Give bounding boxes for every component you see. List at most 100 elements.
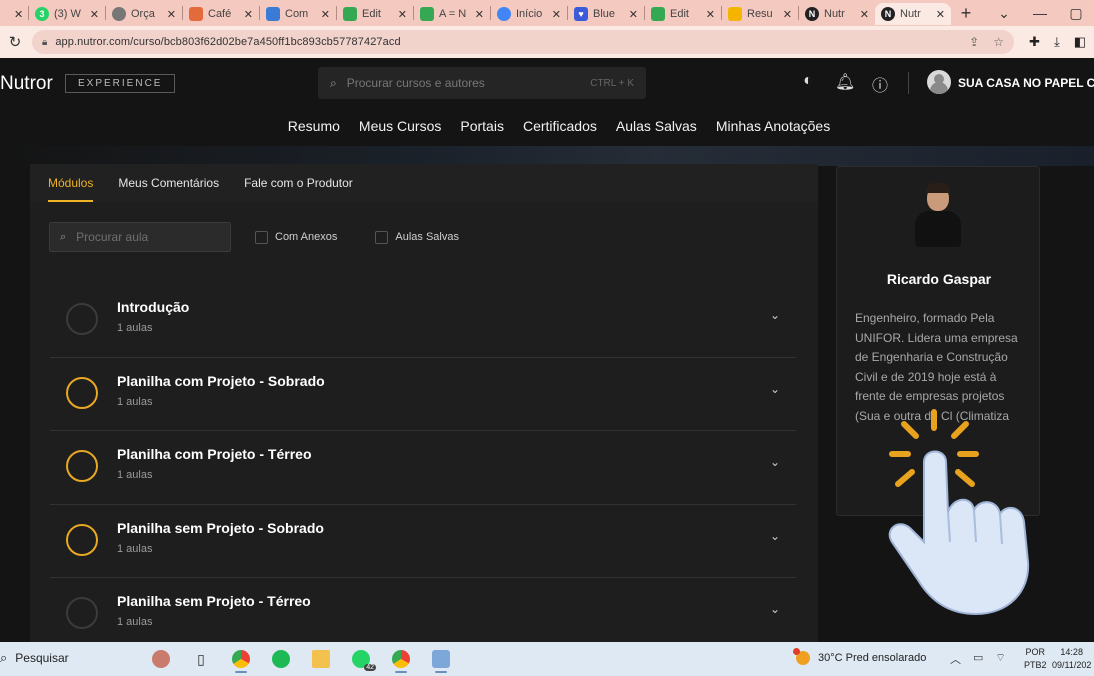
nav-aulas-salvas[interactable]: Aulas Salvas [616, 118, 697, 134]
lesson-search-input[interactable]: Procurar aula [76, 230, 148, 244]
battery-icon[interactable]: ▭ [973, 651, 983, 667]
app-icon[interactable] [428, 645, 454, 673]
maximize-icon[interactable]: ▢ [1058, 5, 1094, 22]
close-icon[interactable]: ✕ [552, 8, 561, 21]
lesson-search[interactable]: ⌕ Procurar aula [49, 222, 231, 252]
nutror-icon: N [881, 7, 895, 21]
reload-icon[interactable]: ↻ [0, 33, 30, 51]
sidepanel-icon[interactable]: ◧ [1074, 34, 1086, 50]
theme-toggle-icon[interactable]: ◐ [799, 72, 817, 96]
browser-tab[interactable]: Café ✕ [183, 3, 259, 25]
close-icon[interactable]: ✕ [475, 8, 484, 21]
module-item[interactable]: Introdução 1 aulas ⌄ [50, 284, 796, 358]
browser-tab[interactable]: Início ✕ [491, 3, 567, 25]
nav-resumo[interactable]: Resumo [288, 118, 340, 134]
chrome-profile-icon[interactable] [388, 645, 414, 673]
course-search[interactable]: ⌕ Procurar cursos e autores CTRL + K [318, 67, 646, 99]
user-name[interactable]: SUA CASA NO PAPEL CO [958, 76, 1094, 90]
minimize-icon[interactable]: — [1022, 5, 1058, 21]
close-icon[interactable]: ✕ [14, 8, 23, 21]
close-icon[interactable]: ✕ [321, 8, 330, 21]
tab-search-icon[interactable]: ⌄ [986, 5, 1022, 22]
close-icon[interactable]: ✕ [783, 8, 792, 21]
filter-com-anexos[interactable]: Com Anexos [255, 230, 337, 244]
close-icon[interactable]: ✕ [398, 8, 407, 21]
wifi-icon[interactable]: ⌔ [995, 651, 1005, 667]
content-tabs: Módulos Meus Comentários Fale com o Prod… [30, 164, 818, 202]
nav-portais[interactable]: Portais [460, 118, 504, 134]
help-icon[interactable]: ⓘ [871, 72, 889, 96]
browser-tab-label: Edit [670, 8, 689, 20]
chevron-down-icon[interactable]: ⌄ [770, 602, 780, 616]
new-tab-button[interactable]: + [951, 3, 981, 24]
checkbox[interactable] [255, 230, 268, 244]
close-icon[interactable]: ✕ [244, 8, 253, 21]
tab-modulos[interactable]: Módulos [48, 176, 94, 202]
search-icon: ⌕ [330, 75, 337, 90]
mail-icon [189, 7, 203, 21]
browser-tab-partial[interactable]: ✕ [0, 3, 28, 25]
avatar[interactable] [927, 70, 951, 94]
nav-minhas-anotacoes[interactable]: Minhas Anotações [716, 118, 830, 134]
close-icon[interactable]: ✕ [936, 8, 945, 21]
close-icon[interactable]: ✕ [167, 8, 176, 21]
extensions-icon[interactable]: ✚ [1029, 34, 1040, 50]
taskbar-search[interactable]: ⌕ Pesquisar [0, 650, 69, 666]
weather-widget[interactable]: 30°C Pred ensolarado [793, 648, 927, 665]
close-icon[interactable]: ✕ [90, 8, 99, 21]
browser-tab[interactable]: N Nutr ✕ [799, 3, 875, 25]
clock[interactable]: 14:28 09/11/202 [1052, 646, 1091, 672]
tab-fale-com-produtor[interactable]: Fale com o Produtor [244, 176, 353, 202]
lang-layout: PTB2 [1024, 660, 1047, 670]
lesson-filters: ⌕ Procurar aula Com Anexos Aulas Salvas [49, 222, 459, 252]
search-input[interactable]: Procurar cursos e autores [347, 76, 590, 90]
progress-ring [66, 523, 98, 556]
module-item[interactable]: Planilha sem Projeto - Térreo 1 aulas ⌄ [50, 578, 796, 642]
logo[interactable]: Nutror [0, 73, 53, 95]
course-content-panel: Módulos Meus Comentários Fale com o Prod… [30, 164, 818, 642]
omnibox[interactable]: 🔒︎ app.nutror.com/curso/bcb803f62d02be7a… [32, 30, 1014, 54]
nav-meus-cursos[interactable]: Meus Cursos [359, 118, 441, 134]
browser-tab[interactable]: 3 (3) W ✕ [29, 3, 105, 25]
module-item[interactable]: Planilha com Projeto - Térreo 1 aulas ⌄ [50, 431, 796, 505]
lang-code: POR [1025, 647, 1046, 657]
weather-text: 30°C Pred ensolarado [818, 652, 927, 664]
browser-tab[interactable]: Resu ✕ [722, 3, 798, 25]
browser-tab[interactable]: Orça ✕ [106, 3, 182, 25]
chevron-down-icon[interactable]: ⌄ [770, 455, 780, 469]
share-icon[interactable]: ⇪ [969, 35, 979, 49]
filter-aulas-salvas[interactable]: Aulas Salvas [375, 230, 459, 244]
chrome-icon[interactable] [228, 645, 254, 673]
spotify-icon[interactable] [268, 645, 294, 673]
browser-tab[interactable]: ♥ Blue ✕ [568, 3, 644, 25]
close-icon[interactable]: ✕ [860, 8, 869, 21]
bookmark-star-icon[interactable]: ☆ [993, 35, 1004, 49]
chevron-down-icon[interactable]: ⌄ [770, 308, 780, 322]
chevron-down-icon[interactable]: ⌄ [770, 382, 780, 396]
language-indicator[interactable]: POR PTB2 [1024, 646, 1047, 672]
close-icon[interactable]: ✕ [706, 8, 715, 21]
file-explorer-icon[interactable] [308, 645, 334, 673]
browser-tab-active[interactable]: N Nutr ✕ [875, 3, 951, 25]
widget-icon[interactable] [148, 645, 174, 673]
checkbox[interactable] [375, 230, 389, 244]
url-text[interactable]: app.nutror.com/curso/bcb803f62d02be7a450… [55, 36, 969, 48]
browser-tab[interactable]: Edit ✕ [645, 3, 721, 25]
browser-tab[interactable]: Edit ✕ [337, 3, 413, 25]
module-item[interactable]: Planilha com Projeto - Sobrado 1 aulas ⌄ [50, 358, 796, 431]
chevron-up-icon[interactable]: ︿ [950, 651, 961, 667]
chevron-down-icon[interactable]: ⌄ [770, 529, 780, 543]
bell-icon[interactable]: 🔔︎ [835, 72, 855, 96]
nav-certificados[interactable]: Certificados [523, 118, 597, 134]
download-icon[interactable]: ⤓ [1054, 34, 1060, 50]
tab-meus-comentarios[interactable]: Meus Comentários [118, 176, 219, 202]
lock-icon[interactable]: 🔒︎ [42, 37, 47, 48]
browser-tab[interactable]: A = N ✕ [414, 3, 490, 25]
whatsapp-icon[interactable]: 42 [348, 645, 376, 673]
task-view-icon[interactable]: ▯ [188, 645, 214, 673]
browser-tab[interactable]: Com ✕ [260, 3, 336, 25]
clock-date: 09/11/202 [1052, 660, 1092, 670]
close-icon[interactable]: ✕ [629, 8, 638, 21]
module-lesson-count: 1 aulas [117, 322, 153, 334]
module-item[interactable]: Planilha sem Projeto - Sobrado 1 aulas ⌄ [50, 505, 796, 578]
